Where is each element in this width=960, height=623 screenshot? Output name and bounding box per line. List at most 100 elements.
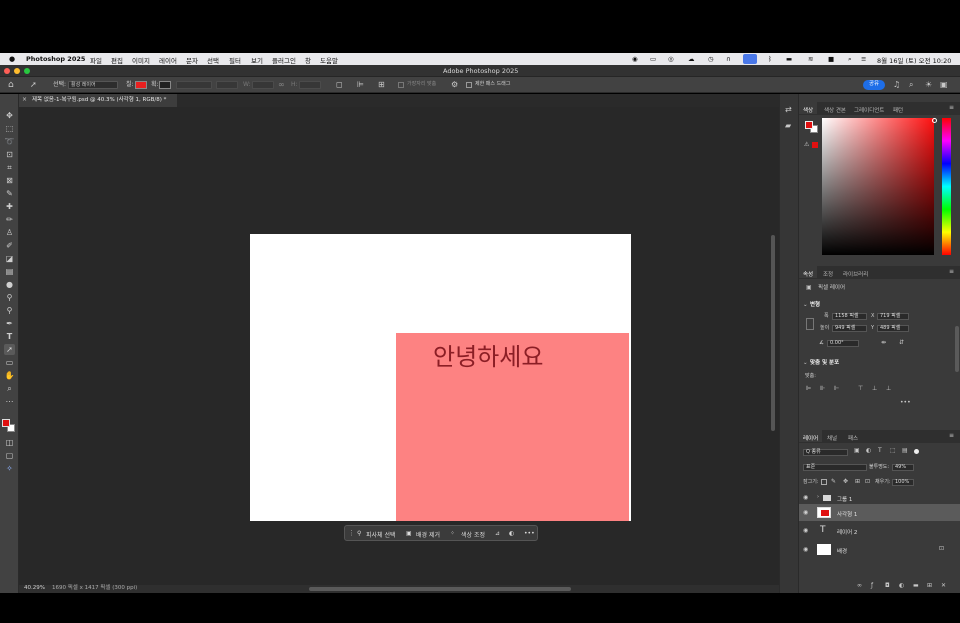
filter-smart-icon[interactable]: ▤	[902, 448, 908, 454]
status-headphones-icon[interactable]: ∩	[726, 55, 731, 63]
filter-shape-icon[interactable]: ⬚	[890, 448, 896, 454]
quick-mask-icon[interactable]: ◫	[4, 437, 15, 448]
rectangle-tool-icon[interactable]: ▭	[4, 357, 15, 368]
close-window-button[interactable]	[4, 68, 10, 74]
canvas-area[interactable]: 안녕하세요 ⋮ ⚲ 피사체 선택 ▣ 배경 제거 ⁘ 색상 조정 ⊿ ◐ •••	[19, 107, 779, 585]
align-middle-v-icon[interactable]: ⊥	[872, 386, 877, 392]
menubar-clock[interactable]: 8월 16일 (토) 오전 10:20	[877, 55, 951, 65]
search-icon[interactable]: ⌕	[909, 81, 913, 89]
stroke-type-dropdown[interactable]	[216, 81, 238, 89]
color-picker-cursor[interactable]	[932, 118, 937, 123]
apple-icon[interactable]: ●	[9, 55, 15, 63]
menu-filter[interactable]: 필터	[229, 55, 241, 65]
filter-toggle-icon[interactable]	[914, 449, 919, 454]
panel-foreground-swatch[interactable]	[805, 121, 813, 129]
height-field[interactable]	[299, 81, 321, 89]
color-adjust-button[interactable]: 색상 조정	[461, 530, 485, 539]
home-icon[interactable]: ⌂	[8, 81, 14, 90]
link-icon[interactable]: ∞	[278, 81, 285, 89]
foreground-color-swatch[interactable]	[2, 419, 10, 427]
path-operations-icon[interactable]: ◻	[336, 81, 343, 89]
filter-type-icon[interactable]: T	[878, 448, 882, 454]
align-center-h-icon[interactable]: ⊪	[820, 386, 825, 392]
status-display-icon[interactable]: ▭	[650, 55, 656, 63]
fill-field[interactable]: 100%	[892, 479, 914, 486]
document-canvas[interactable]: 안녕하세요	[250, 234, 631, 521]
path-alignment-icon[interactable]: ⊫	[357, 81, 364, 89]
discover-icon[interactable]: ☀	[925, 81, 932, 89]
gradient-tool-icon[interactable]: ▤	[4, 266, 15, 277]
history-brush-tool-icon[interactable]: ✐	[4, 240, 15, 251]
screen-mode-icon[interactable]: ▢	[4, 450, 15, 461]
zoom-window-button[interactable]	[24, 68, 30, 74]
menu-edit[interactable]: 편집	[111, 55, 123, 65]
tab-patterns[interactable]: 패턴	[893, 102, 903, 114]
stroke-color-swatch[interactable]	[159, 81, 171, 89]
horizontal-scrollbar[interactable]	[309, 587, 571, 591]
layer-row-rectangle-1[interactable]: ◉ 사각형 1	[799, 504, 960, 521]
menu-image[interactable]: 이미지	[132, 55, 150, 65]
path-selection-tool-icon[interactable]: ➚	[4, 344, 15, 355]
document-size[interactable]: 1690 픽셀 x 1417 픽셀 (300 ppi)	[52, 585, 137, 592]
align-distribute-header[interactable]: 맞춤 및 분포	[810, 360, 839, 367]
healing-brush-tool-icon[interactable]: ✚	[4, 201, 15, 212]
link-dimensions-icon[interactable]	[806, 318, 814, 330]
lasso-tool-icon[interactable]: ➰	[4, 136, 15, 147]
visibility-eye-icon[interactable]: ◉	[803, 546, 808, 553]
pen-tool-icon[interactable]: ✒	[4, 318, 15, 329]
workspace-icon[interactable]: ▣	[940, 81, 948, 89]
new-layer-icon[interactable]: ⊞	[927, 583, 932, 589]
gamut-warning-icon[interactable]: ⚠	[804, 142, 809, 148]
transform-icon[interactable]: ⊿	[495, 530, 500, 537]
marquee-tool-icon[interactable]: ⬚	[4, 123, 15, 134]
menu-help[interactable]: 도움말	[320, 55, 338, 65]
menu-app-name[interactable]: Photoshop 2025	[26, 55, 85, 63]
brush-tool-icon[interactable]: ✏	[4, 214, 15, 225]
document-tab[interactable]: × 제목 없음-1-복구됨.psd @ 40.3% (사각형 1, RGB/8)…	[19, 94, 177, 107]
lock-position-icon[interactable]: ✥	[843, 479, 848, 485]
visibility-eye-icon[interactable]: ◉	[803, 509, 808, 516]
status-record-icon[interactable]: ◉	[632, 55, 638, 63]
eyedropper-tool-icon[interactable]: ✎	[4, 188, 15, 199]
type-tool-icon[interactable]: T	[4, 331, 15, 342]
status-control-center-icon[interactable]: ≡	[861, 55, 866, 63]
lock-all-icon[interactable]: ⊡	[865, 479, 870, 485]
angle-field[interactable]: 0.00°	[827, 340, 859, 347]
lock-transparent-icon[interactable]	[821, 479, 827, 485]
zoom-level[interactable]: 40.29%	[24, 585, 45, 592]
tab-adjustments[interactable]: 조정	[823, 266, 833, 278]
menu-type[interactable]: 문자	[186, 55, 198, 65]
generative-icon[interactable]: ✧	[4, 463, 15, 474]
gear-icon[interactable]: ⚙	[451, 81, 458, 89]
tab-gradients[interactable]: 그레이디언트	[854, 102, 884, 114]
color-picker-field[interactable]	[822, 118, 934, 255]
y-prop-field[interactable]: 489 픽셀	[877, 325, 909, 332]
menu-view[interactable]: 보기	[251, 55, 263, 65]
status-search-icon[interactable]: ⌕	[848, 55, 852, 64]
adjust-icon[interactable]: ⁘	[450, 530, 455, 537]
tab-layers[interactable]: 레이어	[799, 430, 823, 442]
flip-vertical-icon[interactable]: ⇵	[899, 340, 904, 346]
blend-mode-dropdown[interactable]: 표준	[803, 464, 867, 471]
burn-tool-icon[interactable]: ⚲	[4, 305, 15, 316]
constrain-path-checkbox[interactable]	[466, 82, 472, 88]
align-top-icon[interactable]: ⊤	[858, 386, 863, 392]
more-align-options-icon[interactable]: •••	[900, 400, 911, 406]
select-subject-button[interactable]: 피사체 선택	[366, 530, 396, 539]
visibility-eye-icon[interactable]: ◉	[803, 494, 808, 501]
layers-menu-icon[interactable]: ≡	[949, 433, 954, 439]
clone-stamp-tool-icon[interactable]: ♙	[4, 227, 15, 238]
share-button[interactable]: 공유	[863, 80, 885, 90]
bell-icon[interactable]: ♫	[893, 81, 900, 89]
align-edges-checkbox[interactable]	[398, 82, 404, 88]
frame-tool-icon[interactable]: ⊠	[4, 175, 15, 186]
tab-paths[interactable]: 패스	[848, 430, 858, 442]
mask-icon[interactable]: ◐	[509, 530, 514, 537]
gamut-color-swatch[interactable]	[812, 142, 818, 148]
hue-slider[interactable]	[942, 118, 951, 255]
flip-horizontal-icon[interactable]: ⇹	[881, 340, 886, 346]
object-select-tool-icon[interactable]: ⊡	[4, 149, 15, 160]
link-layers-icon[interactable]: ∞	[857, 583, 862, 589]
hand-tool-icon[interactable]: ✋	[4, 370, 15, 381]
height-prop-field[interactable]: 949 픽셀	[832, 325, 867, 332]
